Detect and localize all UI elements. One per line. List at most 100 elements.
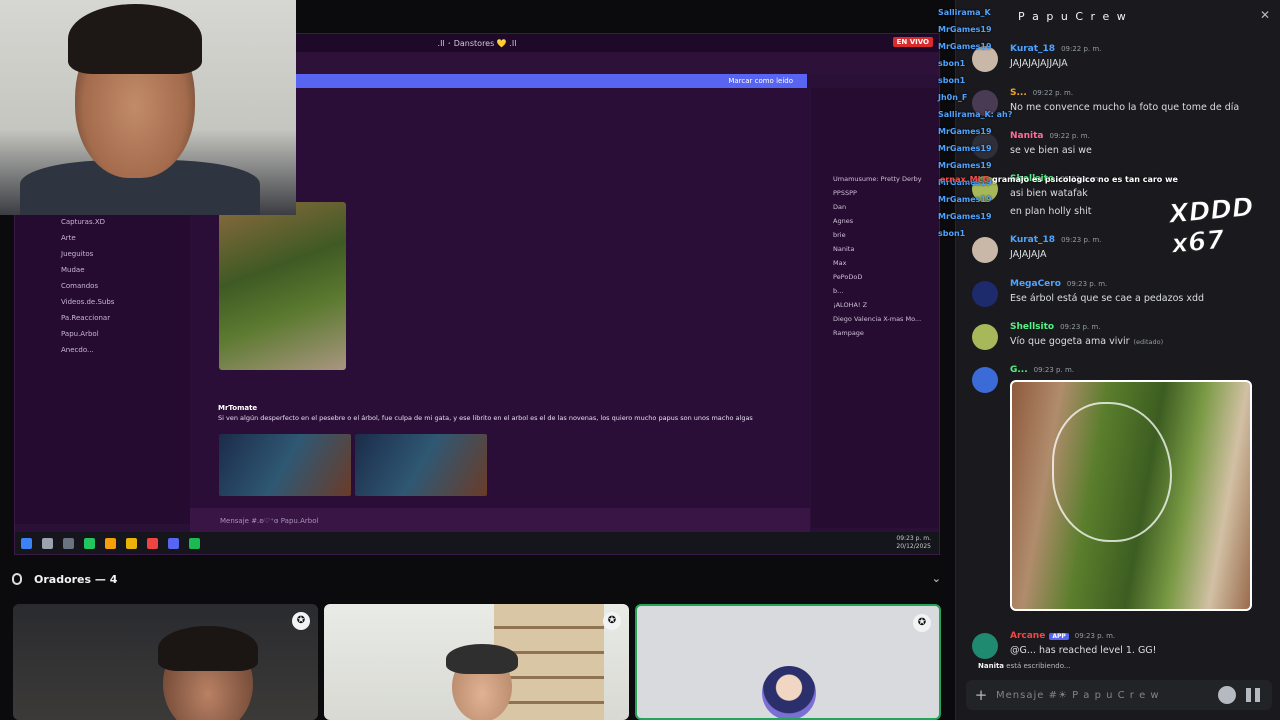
task-view-icon[interactable] <box>63 537 74 549</box>
share-tree-image[interactable] <box>219 202 346 370</box>
message-author[interactable]: MegaCero 09:23 p. m. <box>1010 279 1107 289</box>
message-author[interactable]: Kurat_18 09:23 p. m. <box>1010 235 1101 245</box>
overlay-username: Sallirama_K <box>938 8 991 17</box>
share-channel-item[interactable]: Pa.Reaccionar <box>15 310 190 326</box>
overlay-username: MrGames19 <box>938 25 992 34</box>
share-member-item[interactable]: Diego Valencia X-mas Mo... <box>811 312 939 326</box>
message-author[interactable]: Shellsito 09:23 p. m. <box>1010 322 1100 332</box>
avatar[interactable] <box>972 324 998 350</box>
share-channel-sidebar: Capturas.XD Arte Jueguitos Mudae Comando… <box>15 214 190 524</box>
chat-tree-photo[interactable] <box>1010 380 1252 611</box>
stage-badge-icon: ✪ <box>913 614 931 632</box>
speakers-label: Oradores — 4 <box>34 572 118 586</box>
share-channel-item[interactable]: Videos.de.Subs <box>15 294 190 310</box>
message-text: @G... has reached level 1. GG! <box>1010 645 1157 656</box>
share-member-item[interactable]: PePoDoD <box>811 270 939 284</box>
speaker-tile-active[interactable]: ✪ <box>635 604 941 720</box>
drawn-circle-annotation <box>1052 402 1172 542</box>
overlay-username: MrGames19 <box>938 212 992 221</box>
avatar[interactable] <box>972 281 998 307</box>
chevron-down-icon[interactable]: ⌄ <box>932 572 941 585</box>
message-time: 09:22 p. m. <box>1032 89 1074 97</box>
share-member-item[interactable]: b... <box>811 284 939 298</box>
speakers-header[interactable]: Oradores — 4 ⌄ <box>0 568 955 590</box>
message-author[interactable]: Arcane APP 09:23 p. m. <box>1010 631 1115 641</box>
avatar[interactable] <box>972 367 998 393</box>
share-thumbnail[interactable] <box>355 434 487 496</box>
windows-start-icon[interactable] <box>21 537 32 549</box>
clock-time: 09:23 p. m. <box>896 535 931 542</box>
share-channel-item[interactable]: Jueguitos <box>15 246 190 262</box>
close-icon[interactable]: ✕ <box>1260 8 1270 22</box>
app-icon[interactable] <box>84 537 95 549</box>
share-channel-item[interactable]: Anecdo... <box>15 342 190 358</box>
message-text: asi bien watafak <box>1010 188 1088 199</box>
stage-badge-icon: ✪ <box>603 612 621 630</box>
message-text: JAJAJAJAJJAJA <box>1010 58 1068 69</box>
app-badge: APP <box>1049 633 1069 640</box>
add-attachment-icon[interactable]: + <box>966 686 996 704</box>
message-time: 09:23 p. m. <box>1074 632 1116 640</box>
speaker-tile[interactable]: ✪ <box>13 604 318 720</box>
speaker-tile[interactable]: ✪ <box>324 604 629 720</box>
share-member-list: Umamusume: Pretty Derby PPSSPP Dan Agnes… <box>811 88 939 528</box>
share-member-item[interactable]: Rampage <box>811 326 939 340</box>
share-member-item[interactable]: PPSSPP <box>811 186 939 200</box>
browser-icon[interactable] <box>147 537 158 549</box>
message-author[interactable]: G... 09:23 p. m. <box>1010 365 1074 375</box>
speaker-avatar <box>762 666 816 718</box>
chat-header: P a p u C r e w <box>956 0 1280 32</box>
spotify-icon[interactable] <box>189 537 200 549</box>
stream-stage: .Il ･ Danstores 💛 .Il EN VIVO Marcar com… <box>0 0 955 720</box>
message-input[interactable]: Mensaje #☀ P a p u C r e w <box>996 690 1218 701</box>
message-time: 09:23 p. m. <box>1033 366 1074 374</box>
search-icon[interactable] <box>42 537 53 549</box>
share-channel-item[interactable]: Papu.Arbol <box>15 326 190 342</box>
stream-chat-overlay: Sallirama_K MrGames19 MrGames19 sbon1 sb… <box>938 8 1012 268</box>
share-message-composer[interactable]: Mensaje #.ʚ♡⁺ɞ Papu.Arbol <box>190 508 810 534</box>
share-member-item[interactable]: brie <box>811 228 939 242</box>
share-member-item[interactable]: Agnes <box>811 214 939 228</box>
edited-label: (editado) <box>1133 338 1164 346</box>
taskbar-clock[interactable]: 09:23 p. m. 20/12/2025 <box>896 535 931 551</box>
share-channel-item[interactable]: Arte <box>15 230 190 246</box>
share-channel-item[interactable]: Comandos <box>15 278 190 294</box>
store-icon[interactable] <box>105 537 116 549</box>
share-member-item[interactable]: Umamusume: Pretty Derby <box>811 172 939 186</box>
message-time: 09:23 p. m. <box>1061 236 1102 244</box>
avatar[interactable] <box>972 633 998 659</box>
discord-icon[interactable] <box>168 537 179 549</box>
overlay-username: sbon1 <box>938 76 966 85</box>
share-member-item[interactable]: ¡ALOHA! Z <box>811 298 939 312</box>
emoji-icon[interactable] <box>1218 686 1236 704</box>
message-text: JAJAJAJA <box>1010 249 1047 260</box>
tree-photo-image <box>1012 382 1250 609</box>
apps-icon[interactable] <box>1246 688 1260 702</box>
share-message-text: Si ven algún desperfecto en el pesebre o… <box>218 414 753 422</box>
typing-indicator: Nanita está escribiendo... <box>956 662 1280 674</box>
chat-channel-title: P a p u C r e w <box>1018 9 1128 23</box>
folder-icon[interactable] <box>126 537 137 549</box>
share-message-author: MrTomate <box>218 404 258 412</box>
clock-date: 20/12/2025 <box>896 543 931 550</box>
chat-composer[interactable]: + Mensaje #☀ P a p u C r e w <box>966 680 1272 710</box>
message-time: 09:22 p. m. <box>1049 132 1090 140</box>
message-text: Vío que gogeta ama vivir (editado) <box>1010 336 1164 347</box>
share-thumbnail[interactable] <box>219 434 351 496</box>
message-text: se ve bien asi we <box>1010 145 1092 156</box>
message-text: en plan holly shit <box>1010 206 1092 217</box>
share-member-item[interactable]: Dan <box>811 200 939 214</box>
overlay-username: MrGames19 <box>938 42 992 51</box>
overlay-username: sbon1 <box>938 229 966 238</box>
share-channel-item[interactable]: Mudae <box>15 262 190 278</box>
message-author[interactable]: Kurat_18 09:22 p. m. <box>1010 44 1101 54</box>
share-channel-item[interactable]: Capturas.XD <box>15 214 190 230</box>
message-author[interactable]: Nanita 09:22 p. m. <box>1010 131 1090 141</box>
overlay-username: sbon1 <box>938 59 966 68</box>
message-author[interactable]: S... 09:22 p. m. <box>1010 88 1073 98</box>
live-badge: EN VIVO <box>892 37 933 47</box>
webcam-hair <box>68 4 202 74</box>
share-member-item[interactable]: Nanita <box>811 242 939 256</box>
share-member-item[interactable]: Max <box>811 256 939 270</box>
speaker-hair <box>446 644 518 674</box>
